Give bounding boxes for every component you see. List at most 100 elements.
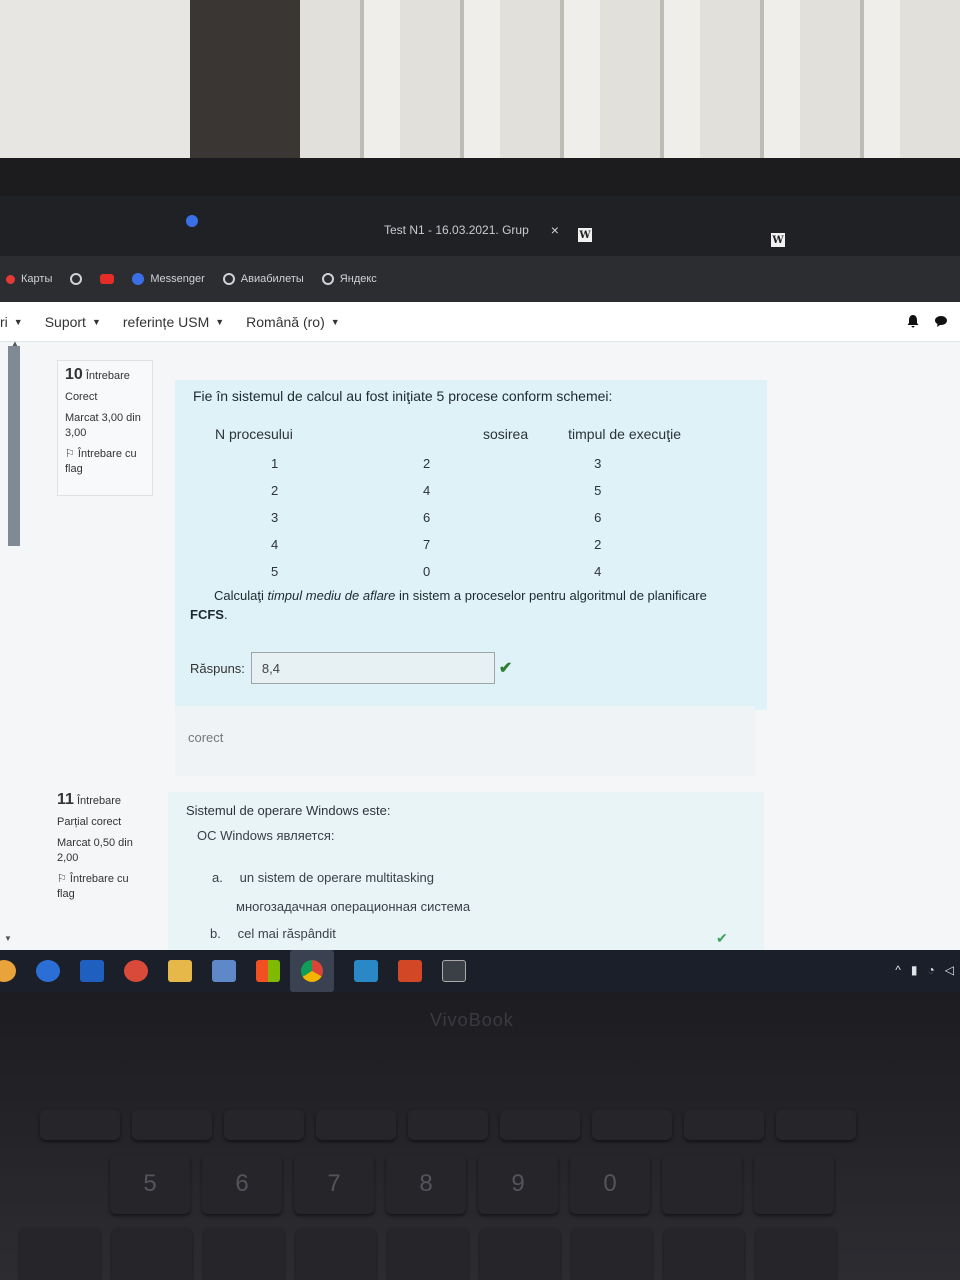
table-cell: 2	[423, 456, 431, 471]
messenger-icon	[132, 273, 145, 285]
youtube-icon	[100, 274, 115, 284]
browser-tab-bar: Test N1 - 16.03.2021. Grup × W W	[0, 196, 960, 256]
globe-icon	[321, 273, 334, 285]
chrome-icon[interactable]	[290, 950, 334, 992]
globe-icon	[70, 273, 83, 285]
table-cell: 6	[594, 510, 602, 525]
table-row: 3 6 6	[215, 504, 695, 531]
terminal-icon[interactable]	[442, 960, 466, 982]
bookmark-globe[interactable]	[70, 273, 83, 285]
keyboard-key: 5	[110, 1154, 190, 1214]
bookmark-label: Авиабилеты	[240, 273, 304, 285]
browser-icon[interactable]	[36, 960, 60, 982]
keyboard-key	[592, 1110, 672, 1140]
keyboard-key	[224, 1110, 304, 1140]
option-text: un sistem de operare multitasking	[239, 870, 434, 885]
nav-label: Suport	[44, 313, 86, 330]
nav-menu-language[interactable]: Română (ro) ▼	[246, 314, 340, 330]
app-icon[interactable]	[0, 960, 16, 982]
nav-label: ri	[0, 313, 8, 330]
question-info-10: 10 Întrebare Corect Marcat 3,00 din 3,00…	[57, 360, 153, 496]
keyboard-key	[40, 1110, 120, 1140]
scroll-down-icon[interactable]: ▼	[4, 934, 12, 943]
tab-messenger[interactable]	[186, 214, 356, 228]
keyboard-key	[296, 1228, 376, 1280]
function-key-row	[40, 1110, 960, 1140]
table-cell: 3	[271, 510, 279, 525]
nav-menu-suport[interactable]: Suport ▼	[45, 314, 101, 330]
volume-icon[interactable]: ◁	[945, 963, 954, 977]
keyboard-key	[112, 1228, 192, 1280]
question-number: 10	[65, 366, 83, 383]
chevron-up-icon[interactable]: ^	[895, 963, 901, 977]
table-cell: 2	[594, 537, 602, 552]
table-cell: 7	[423, 537, 431, 552]
nav-label: Română (ro)	[246, 313, 325, 330]
question-state: Parțial corect	[57, 816, 122, 828]
table-row: 4 7 2	[215, 531, 695, 558]
bookmark-label: Яндекс	[339, 273, 377, 285]
wifi-icon[interactable]: ◔	[928, 963, 935, 977]
keyboard-key	[754, 1154, 834, 1214]
keyboard-key: 6	[202, 1154, 282, 1214]
question-word: Întrebare	[76, 795, 122, 807]
answer-option-a[interactable]: a. un sistem de operare multitasking	[212, 870, 434, 885]
keyboard-key	[662, 1154, 742, 1214]
table-header: N procesului	[215, 426, 293, 442]
scrollbar-thumb[interactable]	[8, 346, 20, 546]
wikipedia-tab-icon[interactable]: W	[578, 228, 592, 242]
keyboard-key	[204, 1228, 284, 1280]
keyboard-key	[664, 1228, 744, 1280]
microphone-icon[interactable]: ▮	[911, 963, 918, 977]
bookmark-yandex[interactable]: Яндекс	[321, 273, 377, 285]
chevron-down-icon: ▼	[330, 316, 340, 327]
table-row: 5 0 4	[215, 558, 695, 585]
flag-question-link[interactable]: ⚐ Întrebare cu flag	[65, 447, 145, 477]
answer-input[interactable]	[250, 652, 495, 684]
app-icon[interactable]	[124, 960, 148, 982]
table-cell: 6	[423, 510, 431, 525]
bell-icon[interactable]	[906, 314, 920, 328]
flag-question-link[interactable]: ⚐ Întrebare cu flag	[57, 872, 139, 902]
keyboard-key: 8	[386, 1154, 466, 1214]
question-subtitle: ОС Windows является:	[197, 828, 335, 843]
laptop-bezel	[0, 158, 960, 198]
app-icon[interactable]	[354, 960, 378, 982]
question-intro: Fie în sistemul de calcul au fost iniţia…	[193, 388, 613, 404]
close-icon[interactable]: ×	[551, 222, 559, 238]
store-icon[interactable]	[256, 960, 280, 982]
save-icon[interactable]	[80, 960, 104, 982]
checkmark-icon: ✔	[498, 660, 513, 677]
keyboard-key	[20, 1228, 100, 1280]
nav-menu-referinte[interactable]: referințe USM ▼	[123, 314, 224, 330]
chevron-down-icon: ▼	[91, 316, 101, 327]
keyboard-key	[776, 1110, 856, 1140]
task-end: .	[223, 607, 228, 622]
keyboard-key	[756, 1228, 836, 1280]
table-cell: 4	[594, 564, 602, 579]
site-navigation: ri ▼ Suport ▼ referințe USM ▼ Română (ro…	[0, 302, 960, 342]
bookmark-messenger[interactable]: Messenger	[132, 273, 205, 285]
chevron-down-icon: ▼	[13, 316, 23, 327]
answer-row: Răspuns: ✔	[190, 652, 512, 684]
keyboard-key: 9	[478, 1154, 558, 1214]
bookmark-youtube[interactable]	[100, 274, 115, 284]
question-grade: Marcat 0,50 din 2,00	[57, 837, 133, 864]
message-icon[interactable]	[934, 314, 948, 328]
powerpoint-icon[interactable]	[398, 960, 422, 982]
nav-menu-ri[interactable]: ri ▼	[0, 314, 23, 330]
table-cell: 0	[423, 564, 431, 579]
table-header: sosirea	[483, 426, 529, 442]
question-number: 11	[57, 791, 74, 808]
folder-icon[interactable]	[168, 960, 192, 982]
option-text: cel mai răspândit	[237, 926, 336, 941]
answer-option-b[interactable]: b. cel mai răspândit	[210, 926, 336, 941]
keyboard-key: 7	[294, 1154, 374, 1214]
bookmark-aviabilety[interactable]: Авиабилеты	[222, 273, 304, 285]
paint-icon[interactable]	[212, 960, 236, 982]
wikipedia-tab-icon[interactable]: W	[771, 233, 785, 247]
table-header: timpul de execuţie	[568, 426, 681, 442]
globe-icon	[222, 273, 235, 285]
tab-test-n1[interactable]: Test N1 - 16.03.2021. Grup ×	[370, 214, 570, 246]
bookmark-maps[interactable]: Карты	[6, 273, 52, 285]
